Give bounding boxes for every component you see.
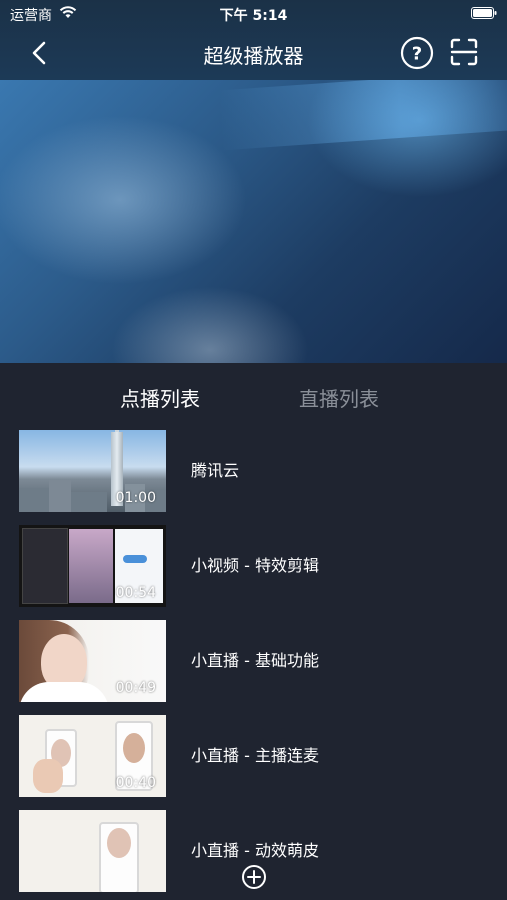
battery-icon [471, 7, 497, 19]
list-item[interactable]: 00:40 小直播 - 主播连麦 [0, 710, 507, 797]
video-player[interactable] [0, 80, 507, 363]
tab-vod-list[interactable]: 点播列表 [120, 383, 200, 412]
header: 运营商 下午 5:14 超级播放器 ? [0, 0, 507, 80]
plus-circle-icon[interactable] [241, 864, 267, 890]
video-frame-highlight [218, 80, 507, 151]
video-thumbnail [19, 810, 166, 892]
video-title: 小直播 - 主播连麦 [191, 746, 319, 765]
video-thumbnail: 00:54 [19, 525, 166, 607]
video-thumbnail: 00:49 [19, 620, 166, 702]
tab-live-list[interactable]: 直播列表 [299, 383, 379, 412]
list-item[interactable]: 00:54 小视频 - 特效剪辑 [0, 520, 507, 607]
list-item[interactable]: 00:49 小直播 - 基础功能 [0, 615, 507, 702]
list-tabs: 点播列表 直播列表 [0, 363, 507, 425]
video-duration: 00:40 [115, 775, 156, 791]
video-duration: 01:00 [115, 490, 156, 506]
list-item[interactable]: 01:00 腾讯云 [0, 425, 507, 512]
video-duration: 00:54 [115, 585, 156, 601]
video-title: 小视频 - 特效剪辑 [191, 556, 319, 575]
video-title: 小直播 - 动效萌皮 [191, 841, 319, 860]
nav-bar: 超级播放器 ? [0, 28, 507, 78]
video-list: 01:00 腾讯云 00:54 小视频 - 特效剪辑 00:49 小直播 - 基… [0, 425, 507, 900]
video-thumbnail: 00:40 [19, 715, 166, 797]
svg-text:?: ? [412, 44, 422, 65]
status-bar: 运营商 下午 5:14 [0, 0, 507, 28]
scan-icon[interactable] [450, 38, 478, 66]
video-title: 腾讯云 [191, 461, 240, 480]
video-duration: 00:49 [115, 680, 156, 696]
chevron-left-icon[interactable] [28, 40, 52, 66]
question-circle-icon[interactable]: ? [400, 36, 434, 70]
status-time: 下午 5:14 [219, 8, 288, 24]
video-thumbnail: 01:00 [19, 430, 166, 512]
video-title: 小直播 - 基础功能 [191, 651, 319, 670]
